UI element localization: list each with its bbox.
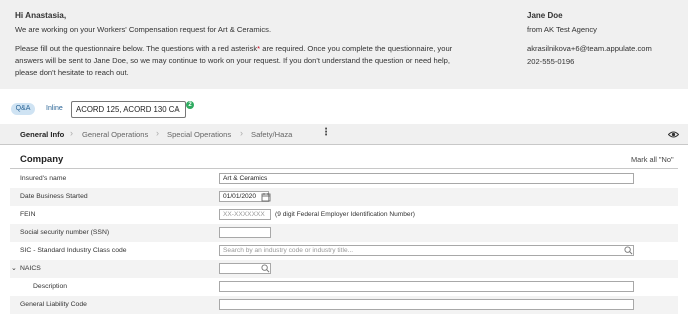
chevron-right-icon: ›: [70, 128, 73, 138]
fein-hint: (9 digit Federal Employer Identification…: [275, 211, 415, 218]
search-icon: [261, 264, 270, 273]
chevron-right-icon: ›: [156, 128, 159, 138]
chevron-right-icon: ›: [240, 128, 243, 138]
tab-general-info[interactable]: General Info: [20, 130, 64, 139]
intro-banner: Hi Anastasia, We are working on your Wor…: [0, 0, 688, 89]
insured-name-label: Insured's name: [20, 175, 67, 182]
tab-special-operations[interactable]: Special Operations: [167, 130, 231, 139]
section-divider: [10, 168, 678, 169]
row-ssn: Social security number (SSN): [10, 224, 678, 242]
section-title: Company: [20, 154, 64, 165]
intro-line-3: answers will be sent to Jane Doe, so we …: [15, 56, 450, 65]
tab-safety-hazard[interactable]: Safety/Haza: [251, 130, 292, 139]
inline-toggle[interactable]: Inline: [46, 105, 63, 112]
description-input[interactable]: [219, 281, 634, 292]
chevron-down-icon[interactable]: ⌄: [11, 264, 17, 272]
gl-code-input[interactable]: [219, 299, 634, 310]
contact-name: Jane Doe: [527, 11, 563, 20]
row-date-business-started: Date Business Started 01/01/2020: [10, 188, 678, 206]
tab-general-operations[interactable]: General Operations: [82, 130, 148, 139]
row-insured-name: Insured's name Art & Ceramics: [10, 170, 678, 188]
date-started-label: Date Business Started: [20, 193, 88, 200]
description-label: Description: [33, 283, 67, 290]
insured-name-input[interactable]: Art & Ceramics: [219, 173, 634, 184]
fein-label: FEIN: [20, 211, 36, 218]
contact-email[interactable]: akrasilnikova+6@team.appulate.com: [527, 44, 652, 53]
row-naics: ⌄ NAICS: [10, 260, 678, 278]
ssn-label: Social security number (SSN): [20, 229, 110, 236]
ssn-input[interactable]: [219, 227, 271, 238]
row-sic: SIC - Standard Industry Class code Searc…: [10, 242, 678, 260]
row-gl-code: General Liability Code: [10, 296, 678, 314]
sic-search-input[interactable]: Search by an industry code or industry t…: [219, 245, 634, 256]
row-fein: FEIN XX-XXXXXXX (9 digit Federal Employe…: [10, 206, 678, 224]
intro-line-4: please don't hesitate to reach out.: [15, 68, 129, 77]
intro-line-2: Please fill out the questionnaire below.…: [15, 43, 452, 56]
check-badge-icon: 2: [186, 101, 194, 109]
chevron-down-icon: ⌄: [174, 106, 180, 113]
row-description: Description: [10, 278, 678, 296]
fein-input[interactable]: XX-XXXXXXX: [219, 209, 271, 220]
contact-agency: from AK Test Agency: [527, 25, 597, 34]
intro-line-1: We are working on your Workers' Compensa…: [15, 25, 272, 34]
search-icon: [624, 246, 633, 255]
intro-line-2b: * are required. Once you complete the qu…: [257, 44, 453, 53]
kebab-menu-icon[interactable]: ⋮: [321, 127, 331, 138]
qa-toggle[interactable]: Q&A: [11, 103, 35, 115]
section-tabs: General Info › General Operations › Spec…: [0, 124, 688, 145]
eye-icon[interactable]: [668, 129, 679, 140]
contact-phone[interactable]: 202-555-0196: [527, 57, 574, 66]
sic-label: SIC - Standard Industry Class code: [20, 247, 127, 254]
intro-line-2a: Please fill out the questionnaire below.…: [15, 44, 258, 53]
form-select[interactable]: ACORD 125, ACORD 130 CA ⌄: [71, 101, 186, 118]
form-select-value: ACORD 125, ACORD 130 CA: [76, 105, 180, 114]
greeting: Hi Anastasia,: [15, 11, 67, 20]
required-asterisk: *: [257, 44, 261, 53]
gl-code-label: General Liability Code: [20, 301, 87, 308]
calendar-icon[interactable]: [261, 192, 271, 202]
mark-all-no-button[interactable]: Mark all "No": [631, 155, 674, 164]
naics-label: NAICS: [20, 265, 41, 272]
